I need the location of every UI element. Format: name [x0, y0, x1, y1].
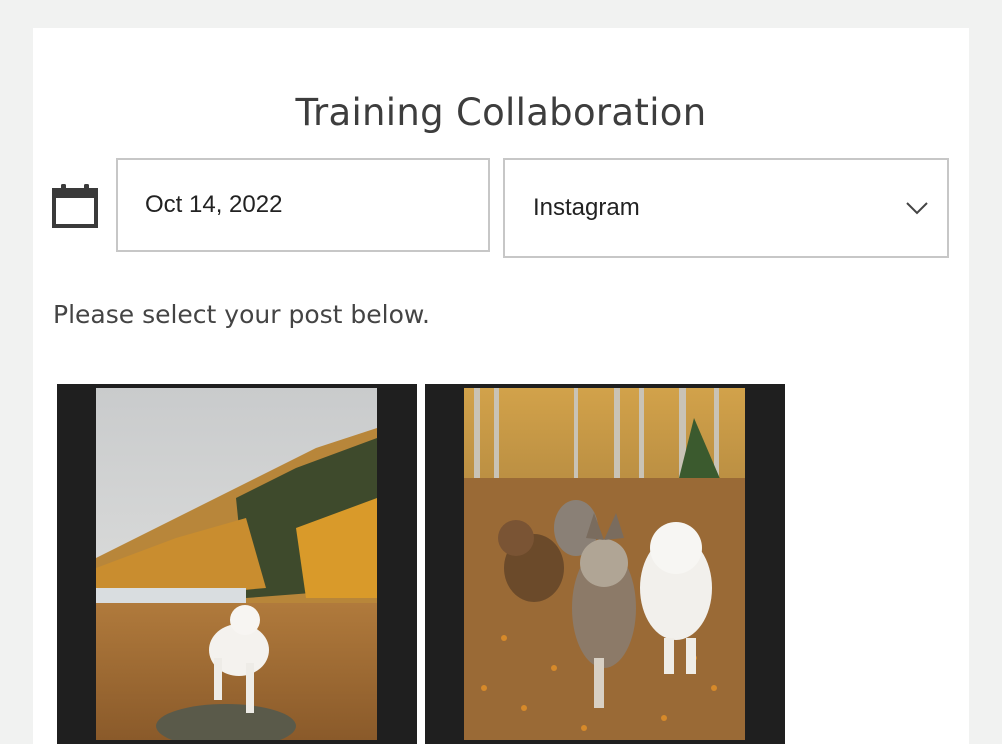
post-thumbnail[interactable] — [57, 384, 417, 744]
calendar-icon[interactable] — [52, 182, 98, 230]
platform-select-value: Instagram — [533, 194, 640, 221]
instructions-text: Please select your post below. — [53, 300, 430, 329]
collaboration-card: Training Collaboration Oct 14, 2022 Inst… — [33, 28, 969, 744]
platform-select[interactable]: Instagram — [503, 158, 949, 258]
chevron-down-icon — [906, 202, 928, 215]
post-image — [464, 388, 745, 740]
page-title: Training Collaboration — [295, 91, 707, 134]
post-image — [96, 388, 377, 740]
post-thumbnail[interactable] — [425, 384, 785, 744]
date-field[interactable]: Oct 14, 2022 — [116, 158, 490, 252]
